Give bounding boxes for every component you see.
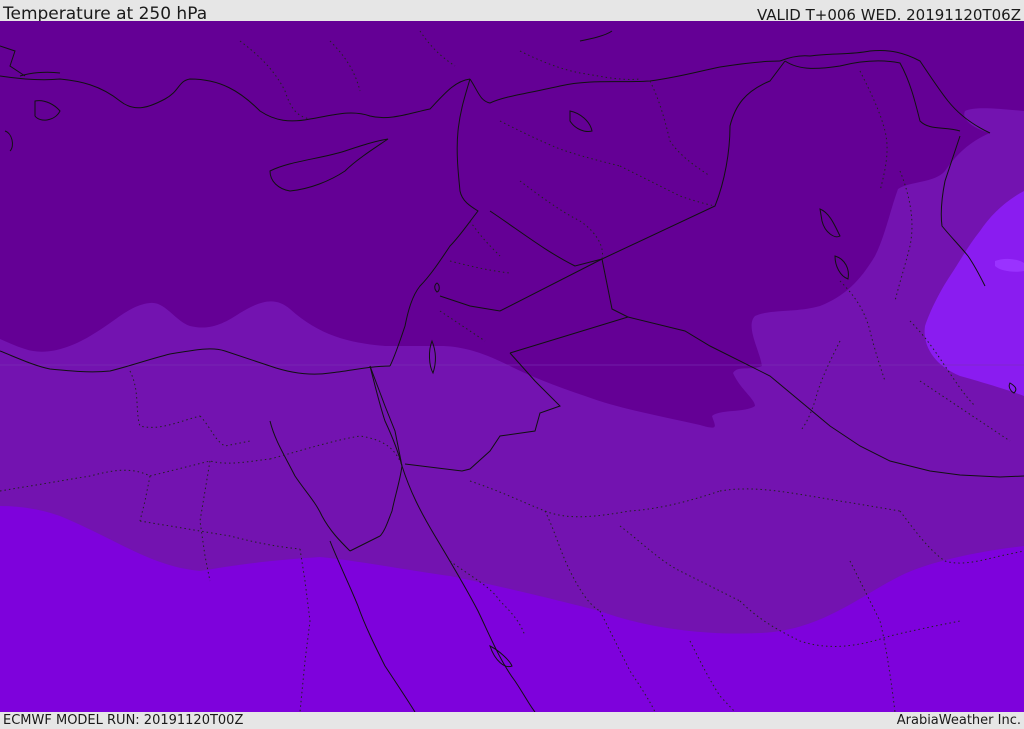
footer-bar: ECMWF MODEL RUN: 20191120T00Z ArabiaWeat… bbox=[0, 712, 1024, 729]
map-canvas[interactable] bbox=[0, 21, 1024, 712]
model-run-label: ECMWF MODEL RUN: 20191120T00Z bbox=[3, 713, 244, 728]
credit-label: ArabiaWeather Inc. bbox=[896, 713, 1021, 728]
header-bar: Temperature at 250 hPa VALID T+006 WED. … bbox=[0, 0, 1024, 24]
